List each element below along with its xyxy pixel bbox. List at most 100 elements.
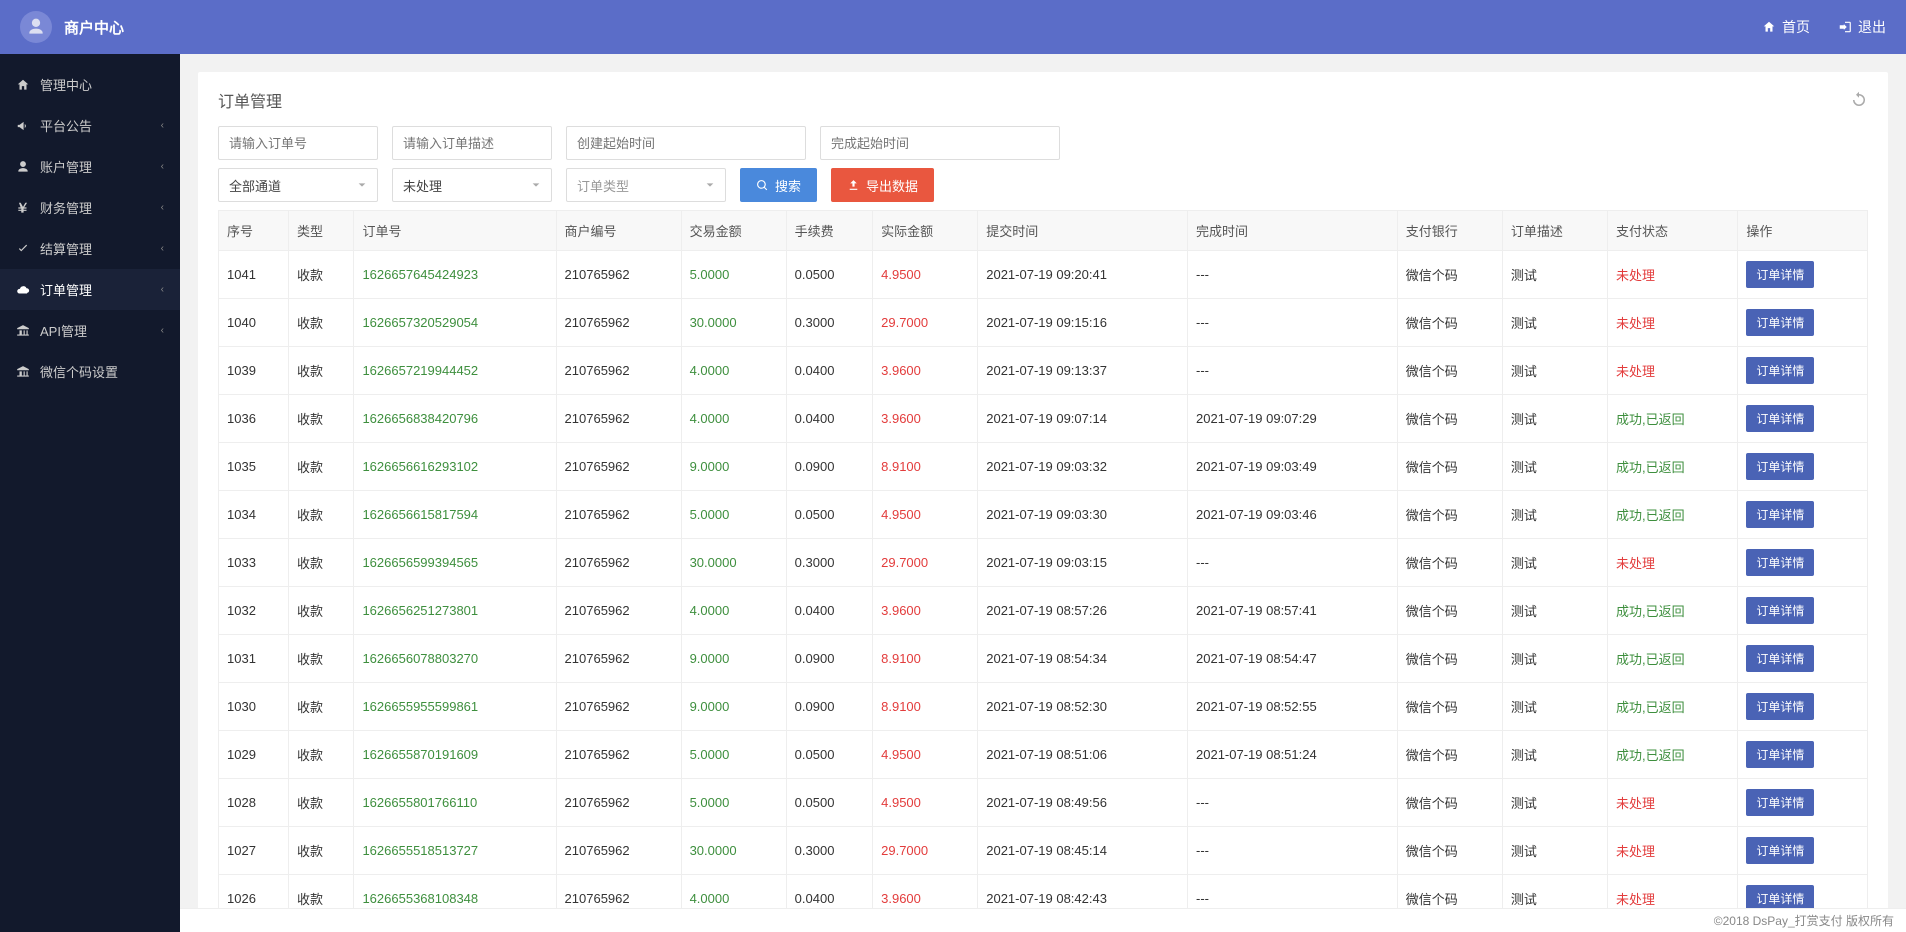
cell-seq: 1031 <box>219 635 289 683</box>
cell-order: 1626655518513727 <box>354 827 556 875</box>
finish-time-input[interactable] <box>820 126 1060 160</box>
cell-bank: 微信个码 <box>1397 251 1502 299</box>
table-header-cell: 手续费 <box>786 211 872 251</box>
cell-amount: 4.0000 <box>681 395 786 443</box>
home-link[interactable]: 首页 <box>1762 17 1810 37</box>
cell-status: 成功,已返回 <box>1607 443 1737 491</box>
order-detail-button[interactable]: 订单详情 <box>1746 837 1814 864</box>
cell-amount: 30.0000 <box>681 539 786 587</box>
order-desc-input[interactable] <box>392 126 552 160</box>
cell-merchant: 210765962 <box>556 587 681 635</box>
order-detail-button[interactable]: 订单详情 <box>1746 645 1814 672</box>
sidebar-item[interactable]: 结算管理‹ <box>0 228 180 269</box>
chevron-left-icon: ‹ <box>161 243 164 254</box>
chevron-left-icon: ‹ <box>161 284 164 295</box>
header-right: 首页 退出 <box>1762 17 1886 37</box>
sidebar-item[interactable]: 账户管理‹ <box>0 146 180 187</box>
cell-fee: 0.0900 <box>786 635 872 683</box>
sidebar-item-left: 平台公告 <box>16 116 92 135</box>
order-detail-button[interactable]: 订单详情 <box>1746 309 1814 336</box>
cell-type: 收款 <box>288 491 354 539</box>
cell-desc: 测试 <box>1502 491 1607 539</box>
cell-actual: 29.7000 <box>873 827 978 875</box>
cell-seq: 1039 <box>219 347 289 395</box>
cell-actual: 8.9100 <box>873 683 978 731</box>
status-select[interactable]: 未处理 <box>392 168 552 202</box>
cell-amount: 9.0000 <box>681 635 786 683</box>
avatar[interactable] <box>20 11 52 43</box>
sidebar-item[interactable]: 财务管理‹ <box>0 187 180 228</box>
footer: ©2018 DsPay_打赏支付 版权所有 <box>180 908 1906 932</box>
cell-status: 未处理 <box>1607 299 1737 347</box>
create-time-input[interactable] <box>566 126 806 160</box>
home-label: 首页 <box>1782 17 1810 37</box>
cell-order: 1626655870191609 <box>354 731 556 779</box>
cell-desc: 测试 <box>1502 539 1607 587</box>
cell-finish: 2021-07-19 09:03:49 <box>1188 443 1398 491</box>
cell-action: 订单详情 <box>1738 395 1868 443</box>
cell-seq: 1036 <box>219 395 289 443</box>
refresh-icon <box>1850 91 1868 109</box>
cell-desc: 测试 <box>1502 299 1607 347</box>
order-detail-button[interactable]: 订单详情 <box>1746 549 1814 576</box>
chevron-down-icon <box>357 180 367 190</box>
cell-amount: 5.0000 <box>681 731 786 779</box>
cell-seq: 1032 <box>219 587 289 635</box>
order-detail-button[interactable]: 订单详情 <box>1746 357 1814 384</box>
cell-merchant: 210765962 <box>556 731 681 779</box>
cell-bank: 微信个码 <box>1397 875 1502 909</box>
cell-actual: 3.9600 <box>873 875 978 909</box>
order-detail-button[interactable]: 订单详情 <box>1746 885 1814 908</box>
order-no-input[interactable] <box>218 126 378 160</box>
cell-fee: 0.0500 <box>786 731 872 779</box>
refresh-button[interactable] <box>1850 91 1868 109</box>
cell-seq: 1034 <box>219 491 289 539</box>
order-detail-button[interactable]: 订单详情 <box>1746 789 1814 816</box>
order-detail-button[interactable]: 订单详情 <box>1746 261 1814 288</box>
cell-merchant: 210765962 <box>556 491 681 539</box>
cell-action: 订单详情 <box>1738 587 1868 635</box>
cell-type: 收款 <box>288 251 354 299</box>
table-row: 1035收款16266566162931022107659629.00000.0… <box>219 443 1868 491</box>
order-detail-button[interactable]: 订单详情 <box>1746 405 1814 432</box>
cell-order: 1626656599394565 <box>354 539 556 587</box>
cell-amount: 9.0000 <box>681 683 786 731</box>
sidebar-item[interactable]: 平台公告‹ <box>0 105 180 146</box>
cell-finish: 2021-07-19 08:51:24 <box>1188 731 1398 779</box>
export-icon <box>847 179 860 192</box>
cell-amount: 5.0000 <box>681 251 786 299</box>
sidebar-item[interactable]: 订单管理‹ <box>0 269 180 310</box>
sidebar-item[interactable]: API管理‹ <box>0 310 180 351</box>
search-button[interactable]: 搜索 <box>740 168 817 202</box>
cell-status: 未处理 <box>1607 827 1737 875</box>
cell-actual: 8.9100 <box>873 443 978 491</box>
cell-desc: 测试 <box>1502 395 1607 443</box>
cell-status: 成功,已返回 <box>1607 395 1737 443</box>
channel-select[interactable]: 全部通道 <box>218 168 378 202</box>
cell-status: 未处理 <box>1607 347 1737 395</box>
order-detail-button[interactable]: 订单详情 <box>1746 597 1814 624</box>
channel-select-value: 全部通道 <box>229 176 281 195</box>
table-row: 1034收款16266566158175942107659625.00000.0… <box>219 491 1868 539</box>
sidebar-item[interactable]: 管理中心 <box>0 64 180 105</box>
cell-type: 收款 <box>288 443 354 491</box>
export-button[interactable]: 导出数据 <box>831 168 934 202</box>
order-detail-button[interactable]: 订单详情 <box>1746 501 1814 528</box>
table-row: 1027收款162665551851372721076596230.00000.… <box>219 827 1868 875</box>
user-icon <box>26 17 46 37</box>
chevron-down-icon <box>531 180 541 190</box>
order-detail-button[interactable]: 订单详情 <box>1746 741 1814 768</box>
cell-desc: 测试 <box>1502 443 1607 491</box>
order-detail-button[interactable]: 订单详情 <box>1746 693 1814 720</box>
type-select[interactable]: 订单类型 <box>566 168 726 202</box>
main-content: 订单管理 全部通道 未处理 订单类型 <box>180 54 1906 908</box>
status-select-value: 未处理 <box>403 176 442 195</box>
logout-label: 退出 <box>1858 17 1886 37</box>
order-detail-button[interactable]: 订单详情 <box>1746 453 1814 480</box>
logout-link[interactable]: 退出 <box>1838 17 1886 37</box>
cell-submit: 2021-07-19 08:57:26 <box>978 587 1188 635</box>
cell-desc: 测试 <box>1502 683 1607 731</box>
cell-finish: 2021-07-19 09:07:29 <box>1188 395 1398 443</box>
sidebar-item[interactable]: 微信个码设置 <box>0 351 180 392</box>
table-row: 1030收款16266559555998612107659629.00000.0… <box>219 683 1868 731</box>
